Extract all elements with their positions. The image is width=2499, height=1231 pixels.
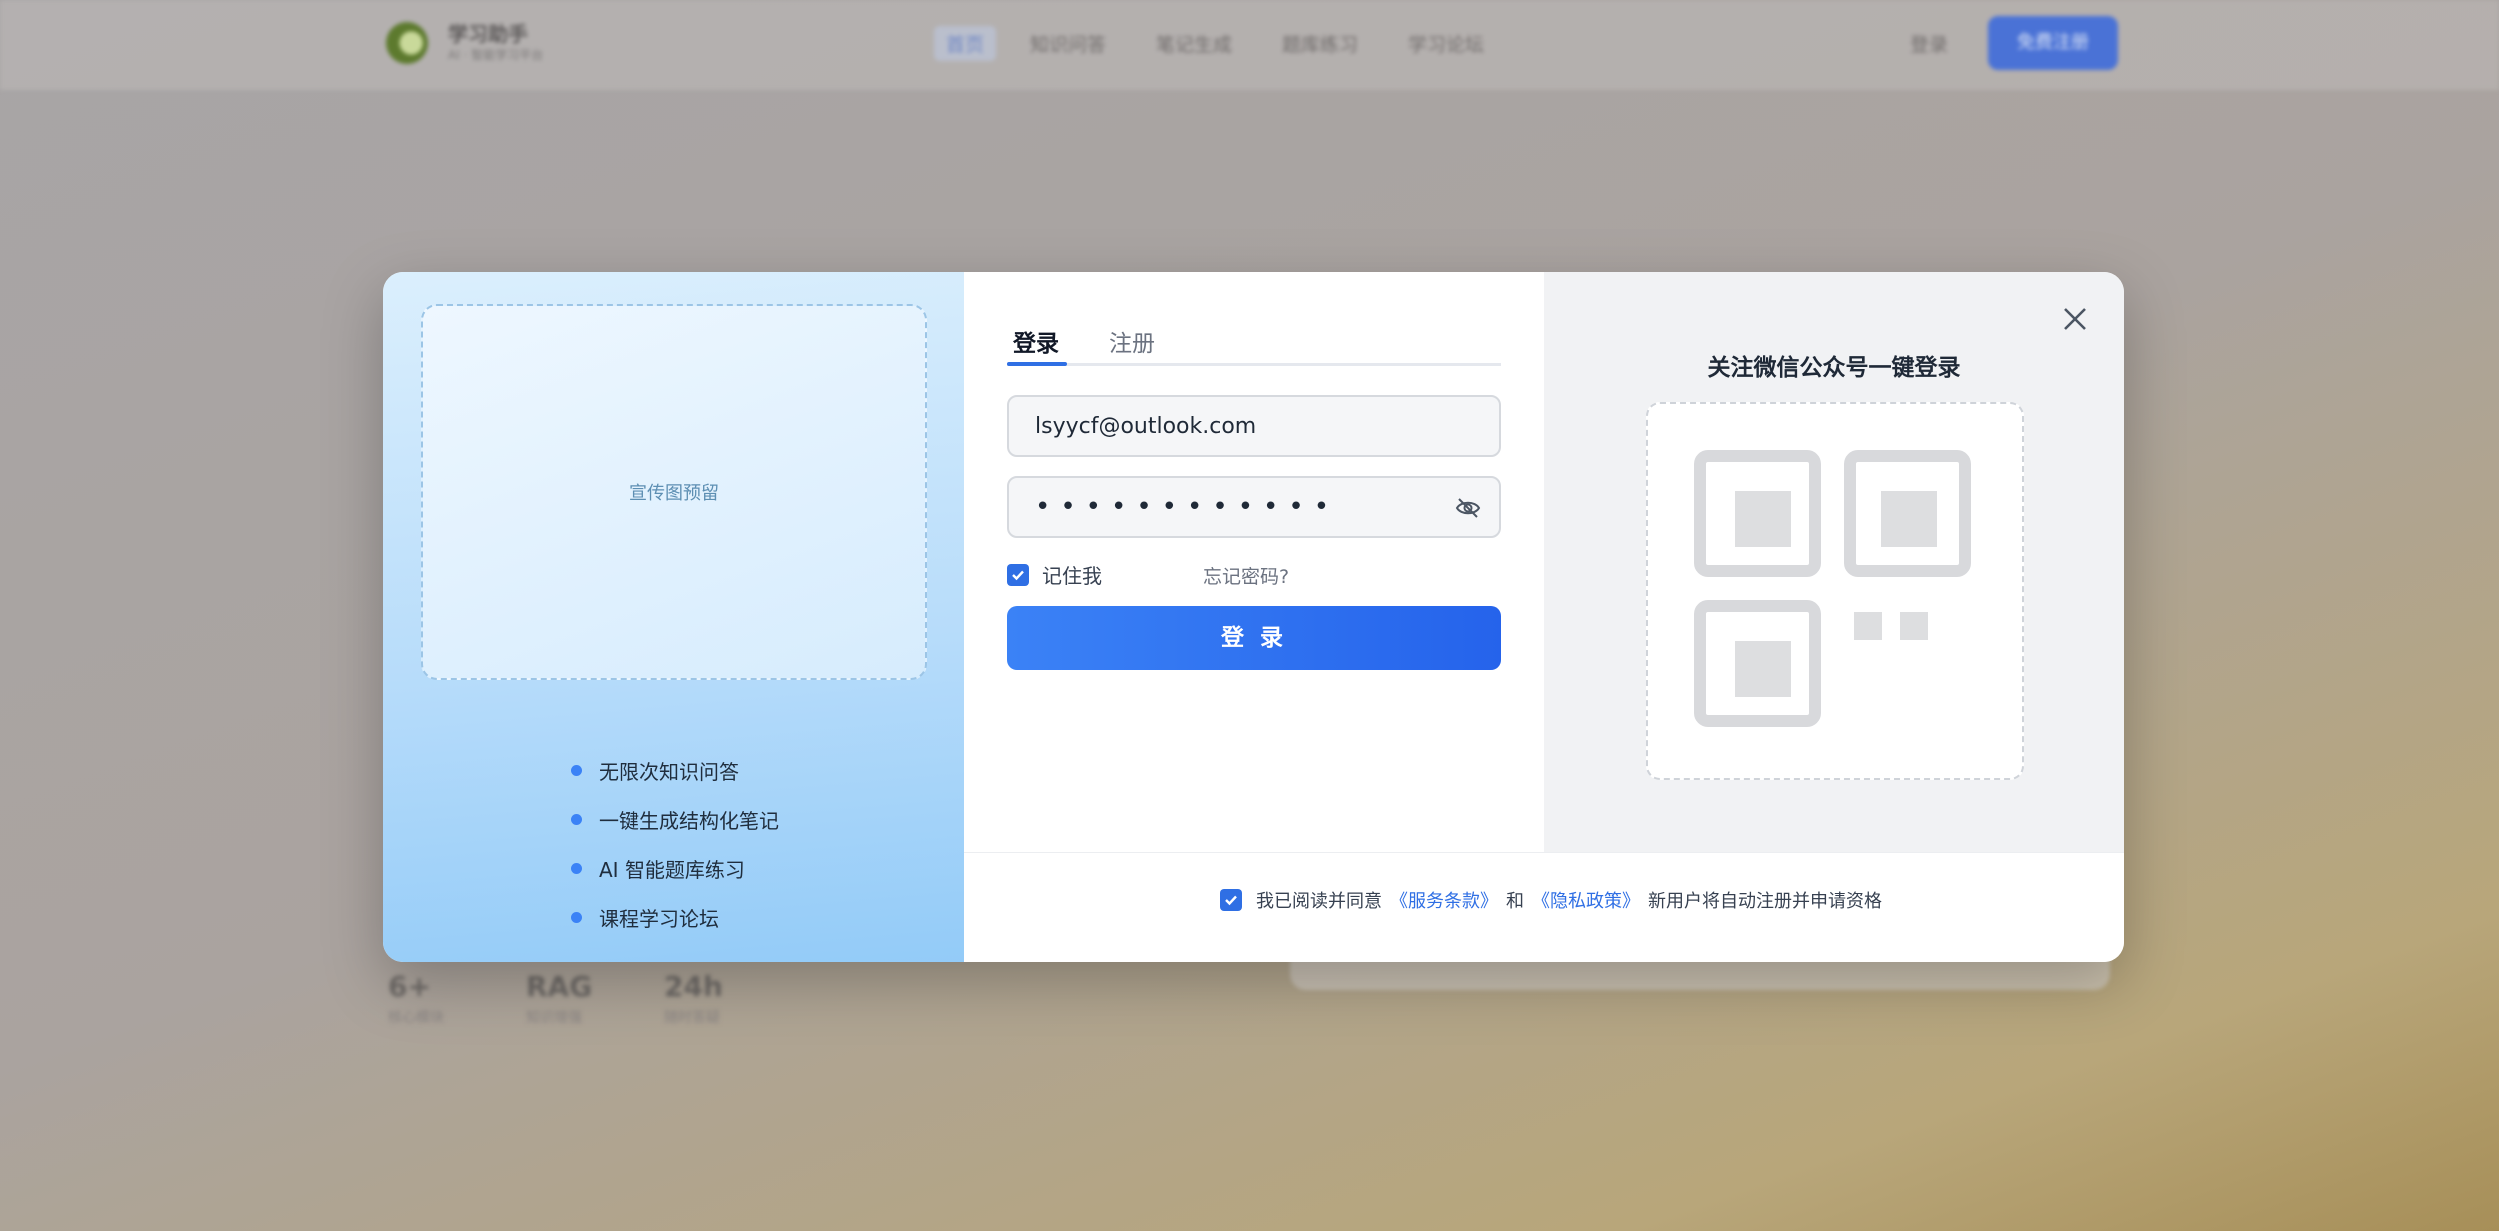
feature-list: 无限次知识问答 一键生成结构化笔记 AI 智能题库练习 课程学习论坛 (571, 746, 779, 942)
feature-item: 课程学习论坛 (571, 893, 779, 942)
feature-item: 一键生成结构化笔记 (571, 795, 779, 844)
stat-label: 核心模块 (388, 1010, 444, 1026)
auth-tabs: 登录 注册 (1007, 324, 1501, 366)
check-icon (1225, 895, 1237, 906)
qr-code-icon (1694, 450, 1971, 727)
stat-item: 6+ 核心模块 (388, 970, 444, 1027)
site-header (0, 0, 2499, 90)
bullet-dot-icon (571, 814, 582, 825)
feature-label: 课程学习论坛 (599, 907, 719, 931)
agreement-footer: 我已阅读并同意 《服务条款》 和 《隐私政策》 新用户将自动注册并申请资格 (964, 852, 2124, 962)
privacy-link[interactable]: 《隐私政策》 (1532, 887, 1640, 913)
site-logo-icon (386, 22, 428, 64)
site-brand: 学习助手 (448, 22, 528, 46)
header-login-link[interactable]: 登录 (1910, 30, 1948, 57)
email-value: lsyycf@outlook.com (1035, 413, 1257, 439)
bullet-dot-icon (571, 863, 582, 874)
nav-item-forum[interactable]: 学习论坛 (1408, 30, 1484, 57)
remember-me[interactable]: 记住我 (1007, 560, 1102, 589)
remember-checkbox[interactable] (1007, 563, 1029, 586)
feature-label: AI 智能题库练习 (599, 858, 745, 882)
feature-label: 一键生成结构化笔记 (599, 809, 779, 833)
nav-item-home[interactable]: 首页 (934, 26, 997, 61)
promo-panel: 宣传图预留 无限次知识问答 一键生成结构化笔记 AI 智能题库练习 课程学习论坛 (383, 272, 964, 962)
check-icon (1012, 570, 1024, 580)
password-input[interactable]: •••••••••••• (1007, 476, 1501, 538)
feature-item: 无限次知识问答 (571, 746, 779, 795)
promo-placeholder-text: 宣传图预留 (629, 483, 719, 504)
login-submit-button[interactable]: 登 录 (1007, 606, 1501, 670)
forgot-password-link[interactable]: 忘记密码? (1203, 562, 1289, 589)
close-icon[interactable] (2062, 306, 2088, 332)
stat-value: 24h (664, 970, 723, 1003)
bullet-dot-icon (571, 765, 582, 776)
eye-off-icon[interactable] (1455, 496, 1481, 520)
email-input[interactable]: lsyycf@outlook.com (1007, 395, 1501, 457)
stat-label: 知识增强 (526, 1010, 582, 1026)
bullet-dot-icon (571, 912, 582, 923)
stat-value: 6+ (388, 970, 431, 1003)
stat-item: 24h 随时答疑 (664, 970, 723, 1027)
active-tab-indicator (1007, 362, 1067, 366)
agreement-suffix: 新用户将自动注册并申请资格 (1648, 891, 1882, 912)
agreement-checkbox[interactable] (1220, 889, 1242, 911)
header-signup-button[interactable]: 免费注册 (1988, 16, 2118, 70)
site-brand-subtitle: AI · 智能学习平台 (448, 48, 544, 62)
login-modal: 宣传图预留 无限次知识问答 一键生成结构化笔记 AI 智能题库练习 课程学习论坛 (383, 272, 2124, 962)
nav-item-notes[interactable]: 笔记生成 (1156, 30, 1232, 57)
feature-label: 无限次知识问答 (599, 760, 739, 784)
nav-item-qa[interactable]: 知识问答 (1030, 30, 1106, 57)
qr-code-placeholder (1646, 402, 2024, 780)
agreement-and: 和 (1506, 891, 1524, 912)
agreement-prefix: 我已阅读并同意 (1256, 891, 1382, 912)
nav-item-questions[interactable]: 题库练习 (1282, 30, 1358, 57)
feature-item: AI 智能题库练习 (571, 844, 779, 893)
stat-label: 随时答疑 (664, 1010, 720, 1026)
terms-link[interactable]: 《服务条款》 (1390, 887, 1498, 913)
wechat-login-panel: 关注微信公众号一键登录 (1544, 272, 2124, 852)
agreement-row: 我已阅读并同意 《服务条款》 和 《隐私政策》 新用户将自动注册并申请资格 (1220, 887, 1882, 913)
tab-register[interactable]: 注册 (1109, 324, 1155, 368)
stat-item: RAG 知识增强 (526, 970, 592, 1027)
promo-image-placeholder: 宣传图预留 (421, 304, 927, 680)
qr-title: 关注微信公众号一键登录 (1707, 355, 1961, 381)
stat-value: RAG (526, 970, 593, 1003)
remember-label: 记住我 (1042, 564, 1102, 588)
password-value: •••••••••••• (1035, 492, 1340, 522)
